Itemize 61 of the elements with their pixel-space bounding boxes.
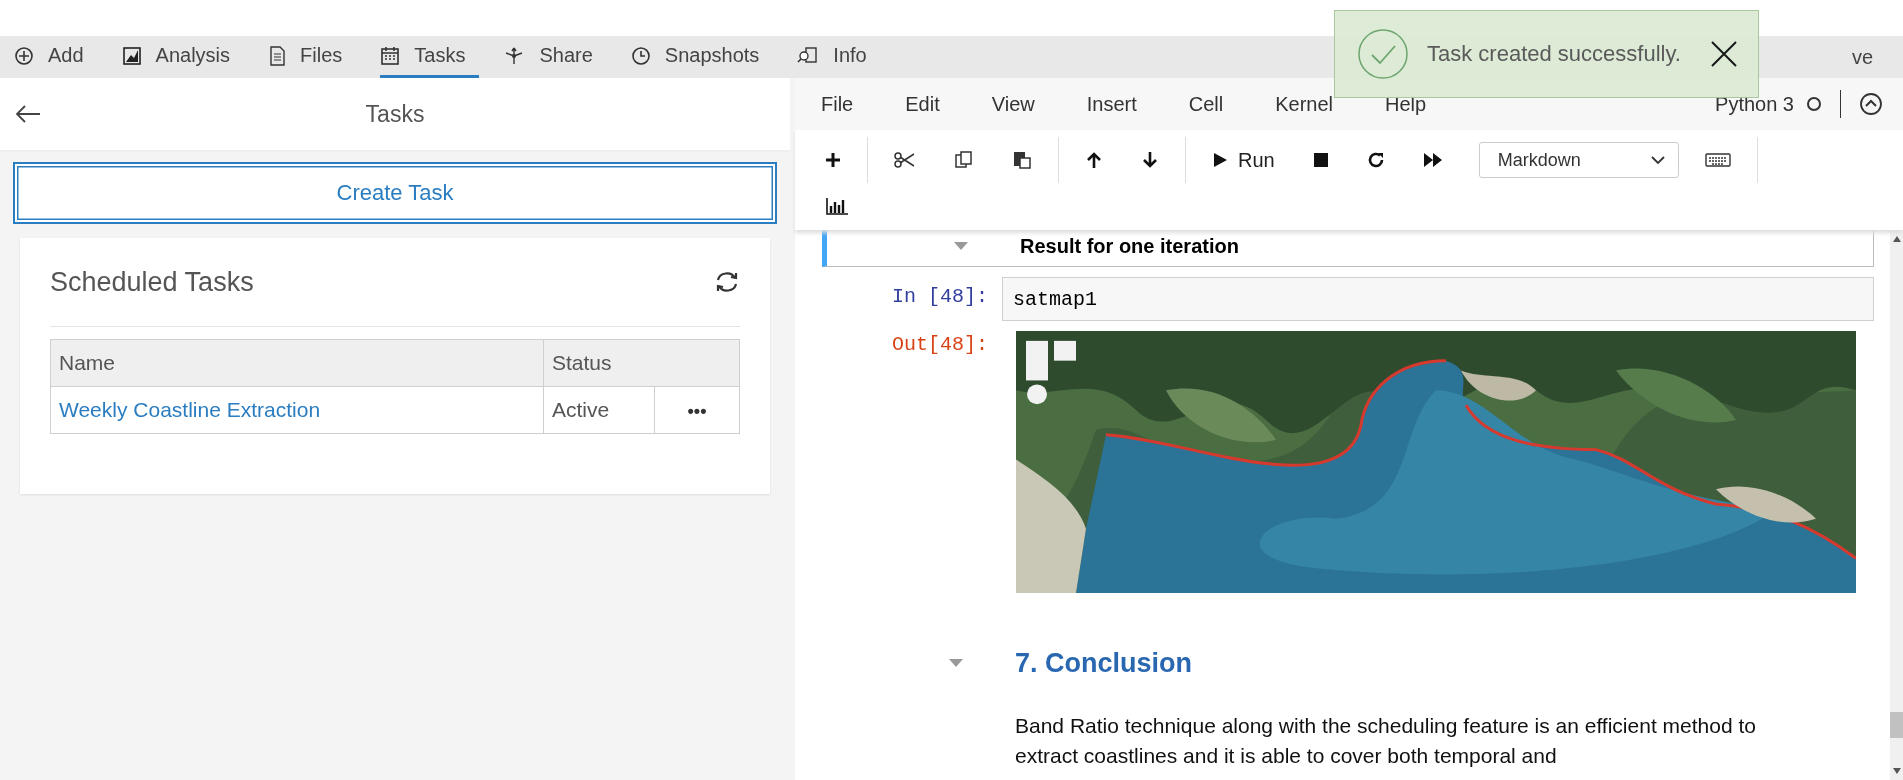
- plus-circle-icon: [14, 45, 34, 66]
- more-button[interactable]: •••: [681, 399, 713, 423]
- input-prompt: In [48]:: [891, 284, 989, 308]
- collapse-icon[interactable]: [1859, 92, 1883, 116]
- bar-chart-icon[interactable]: [825, 197, 849, 215]
- kernel-name: Python 3: [1715, 92, 1794, 116]
- toolbar-tab[interactable]: Add: [14, 36, 98, 78]
- kernel-idle-icon: [1806, 96, 1822, 112]
- refresh-icon[interactable]: [714, 270, 740, 294]
- copy-icon[interactable]: [954, 150, 974, 170]
- document-search-icon: [797, 45, 820, 66]
- section-heading: 7. Conclusion: [1015, 647, 1193, 679]
- output-prompt: Out[48]:: [891, 332, 989, 356]
- paste-icon[interactable]: [1012, 150, 1032, 170]
- up-arrow-icon[interactable]: [1085, 151, 1103, 169]
- calendar-icon: [380, 45, 401, 66]
- toast-message: Task created successfully.: [1427, 41, 1682, 67]
- menu-item[interactable]: Edit: [905, 92, 940, 116]
- scissors-icon[interactable]: [894, 152, 916, 168]
- stop-icon[interactable]: [1312, 152, 1329, 168]
- keyboard-icon[interactable]: [1704, 152, 1731, 168]
- menu-item[interactable]: Insert: [1086, 92, 1137, 116]
- menu-item[interactable]: File: [821, 92, 854, 116]
- column-header: Name: [50, 339, 544, 387]
- check-circle-icon: [1357, 28, 1409, 80]
- cell-heading: Result for one iteration: [1020, 234, 1239, 258]
- cell-type-dropdown[interactable]: Markdown: [1478, 142, 1679, 178]
- card-title: Scheduled Tasks: [50, 266, 254, 298]
- toolbar-tab[interactable]: Analysis: [121, 36, 245, 78]
- paragraph: Band Ratio technique along with the scheduling feature is an efficient method to extract coastlines and it is able to cover both temporal and: [1015, 713, 1757, 769]
- toolbar-tab[interactable]: Info: [797, 36, 881, 78]
- play-icon: [1212, 152, 1228, 168]
- table-cell: Active: [543, 386, 655, 434]
- notebook-cell[interactable]: Result for one iteration: [822, 230, 1874, 267]
- document-icon: [268, 45, 287, 66]
- toolbar-tab[interactable]: Share: [503, 36, 607, 78]
- menu-item[interactable]: View: [991, 92, 1035, 116]
- menu-item[interactable]: Help: [1385, 92, 1427, 116]
- menu-item[interactable]: Kernel: [1275, 92, 1333, 116]
- panel-title: Tasks: [365, 100, 425, 128]
- scroll-down-icon[interactable]: [1893, 768, 1901, 774]
- column-header: Status: [543, 339, 740, 387]
- menu-item[interactable]: Cell: [1188, 92, 1224, 116]
- plus-icon[interactable]: [825, 152, 841, 168]
- collapse-caret-icon[interactable]: [954, 242, 968, 250]
- chevron-down-icon: [1649, 155, 1666, 165]
- create-task-button[interactable]: Create Task: [13, 162, 777, 224]
- chart-icon: [121, 45, 142, 66]
- clock-icon: [630, 45, 651, 66]
- code-cell[interactable]: satmap1: [1002, 277, 1874, 321]
- down-arrow-icon[interactable]: [1141, 151, 1159, 169]
- scroll-up-icon[interactable]: [1893, 236, 1901, 242]
- run-button[interactable]: Run: [1200, 142, 1287, 178]
- save-dropdown[interactable]: ve: [1845, 36, 1903, 78]
- restart-icon[interactable]: [1366, 151, 1385, 169]
- fast-forward-icon[interactable]: [1422, 152, 1443, 168]
- scroll-thumb[interactable]: [1890, 712, 1903, 738]
- toolbar-tab[interactable]: Files: [268, 36, 357, 78]
- toolbar-tab[interactable]: Snapshots: [630, 36, 774, 78]
- close-icon[interactable]: [1710, 40, 1738, 68]
- collapse-caret-icon[interactable]: [949, 659, 963, 667]
